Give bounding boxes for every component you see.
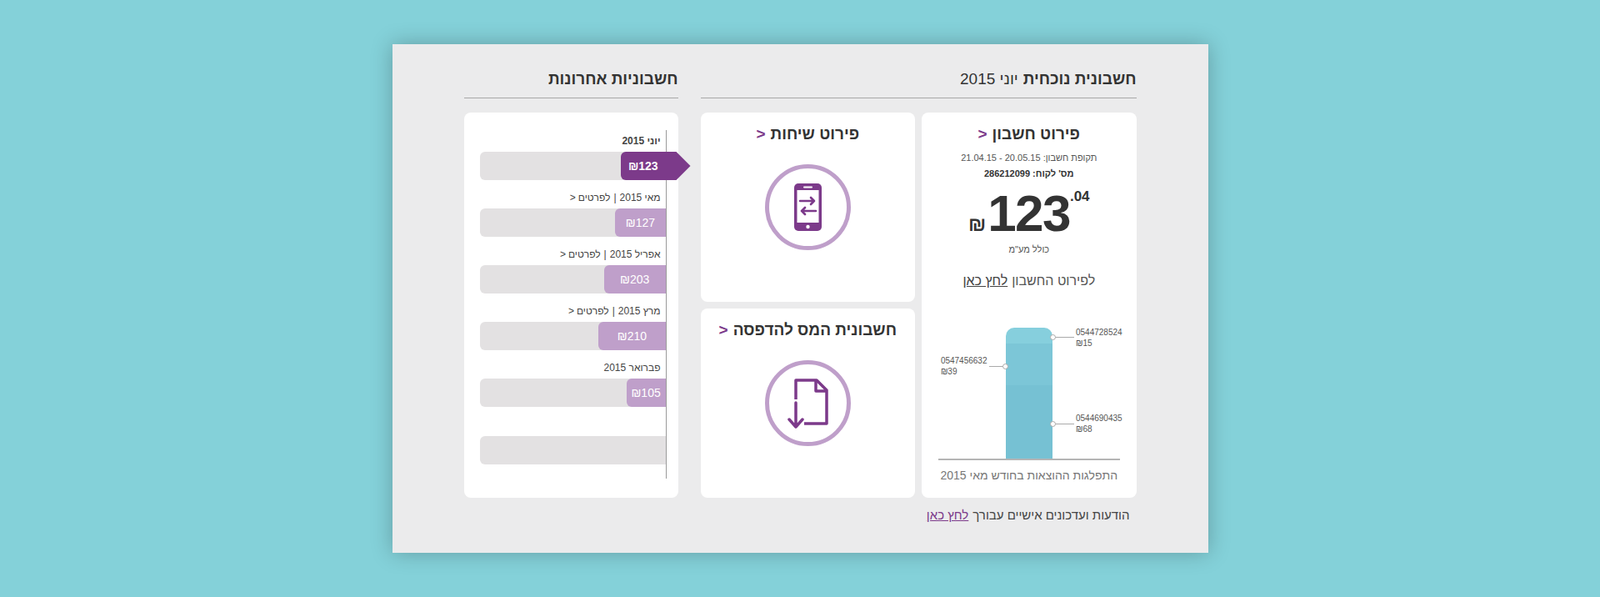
history-bar-fill: ₪123: [620, 151, 666, 180]
leader-dot: [1050, 420, 1056, 427]
history-bar-track: ₪127: [480, 208, 666, 237]
history-bar-track: ₪203: [480, 265, 666, 294]
leader-line: [1052, 423, 1075, 425]
segment-amount: ₪15: [1075, 337, 1123, 349]
history-item[interactable]: יוני 2015 ₪123: [480, 135, 666, 180]
chevron-icon: >: [568, 305, 575, 318]
stacked-bar: [1005, 327, 1053, 459]
shortcut-card[interactable]: חשבונית המס להדפסה>: [700, 308, 916, 498]
separator: |: [604, 248, 607, 261]
chart-caption: התפלגות ההוצאות בחודש מאי 2015: [940, 466, 1118, 485]
segment-label: 0547456632₪39: [939, 355, 1006, 377]
history-month: מאי 2015: [620, 191, 661, 205]
history-label: אפריל 2015|לפרטים>: [480, 248, 666, 261]
history-details-link[interactable]: לפרטים>: [568, 305, 610, 318]
empty-bar: [480, 435, 666, 465]
recent-bills-section: חשבוניות אחרונותיוני 2015₪123מאי 2015|לפ…: [464, 69, 679, 498]
segment-phone: 0544728524: [1075, 326, 1123, 338]
history-item[interactable]: אפריל 2015|לפרטים>₪203: [480, 248, 666, 294]
segment-phone: 0547456632: [940, 355, 988, 366]
current-pointer-icon: [665, 151, 691, 180]
bar-segment: [1005, 385, 1053, 459]
segment-label: 0544728524₪15: [1052, 326, 1125, 349]
chevron-icon: >: [719, 318, 729, 343]
shortcut-title[interactable]: חשבונית המס להדפסה>: [719, 318, 897, 343]
history-bar-fill: ₪105: [626, 378, 666, 407]
history-bar-track: ₪210: [480, 321, 666, 350]
shortcut-card[interactable]: פירוט שיחות>: [700, 112, 916, 302]
history-bar-track: ₪105: [480, 378, 666, 407]
bill-amount: ₪123.04: [968, 187, 1090, 240]
current-bill-section: חשבונית נוכחיתיוני 2015 פירוט חשבון> תקופת…: [700, 69, 1137, 525]
phone-calls-icon: [764, 163, 852, 251]
history-bar-track: ₪123: [480, 151, 666, 180]
history-month: פברואר 2015: [603, 361, 660, 375]
vat-note: כולל מע"מ: [1008, 242, 1050, 257]
page: חשבונית נוכחיתיוני 2015 פירוט חשבון> תקופת…: [0, 0, 1600, 597]
footer-note: הודעות ועדכונים אישיים עבורךלחץ כאן: [700, 505, 1137, 525]
history-label: פברואר 2015: [480, 361, 666, 375]
history-label: מרץ 2015|לפרטים>: [480, 305, 666, 318]
history-details-link[interactable]: לפרטים>: [570, 191, 611, 205]
bill-card: פירוט חשבון> תקופת חשבון: 20.05.15 - 21.0…: [921, 112, 1137, 498]
bar-segment: [1005, 343, 1053, 385]
history-item[interactable]: מאי 2015 |לפרטים> ₪127: [480, 191, 666, 237]
history-item[interactable]: מרץ 2015|לפרטים> ₪210: [480, 305, 666, 350]
leader-line: [1052, 336, 1075, 338]
bill-details-link[interactable]: לחץ כאן: [962, 270, 1008, 291]
shortcut-title[interactable]: פירוט שיחות>: [755, 122, 860, 147]
chevron-icon: >: [978, 122, 988, 147]
segment-phone: 0544690435: [1075, 412, 1123, 424]
history-bar-fill: ₪127: [615, 208, 665, 237]
bill-details-row: לפירוט החשבוןלחץ כאן: [962, 270, 1095, 291]
history-bar-fill: ₪210: [598, 321, 665, 350]
chevron-icon: >: [560, 248, 566, 261]
customer-number: מס' לקוח: 286212099: [984, 166, 1075, 181]
current-bill-header: חשבונית נוכחיתיוני 2015: [700, 69, 1137, 99]
document-download-icon: [764, 359, 852, 447]
bill-title[interactable]: פירוט חשבון>: [978, 122, 1081, 147]
history-month: מרץ 2015: [618, 305, 661, 318]
recent-bills-card: יוני 2015₪123מאי 2015|לפרטים>₪127אפריל 2…: [464, 112, 679, 498]
footer-link[interactable]: לחץ כאן: [926, 505, 969, 525]
segment-label: 0544690435₪68: [1052, 412, 1125, 435]
billing-panel: חשבונית נוכחיתיוני 2015 פירוט חשבון> תקופת…: [392, 44, 1209, 553]
expense-chart: 0544728524₪15 0547456632₪39 0544690435₪68: [938, 326, 1120, 460]
segment-amount: ₪39: [940, 365, 988, 377]
chevron-icon: >: [755, 122, 765, 147]
history-label: יוני 2015: [480, 135, 666, 148]
history-month: אפריל 2015: [610, 248, 661, 261]
leader-dot: [1050, 334, 1056, 340]
history-details-link[interactable]: לפרטים>: [560, 248, 601, 261]
segment-amount: ₪68: [1075, 423, 1123, 435]
leader-dot: [1002, 363, 1009, 370]
separator: |: [612, 305, 615, 318]
history-label: מאי 2015 |לפרטים>: [480, 191, 666, 205]
history-month: יוני 2015: [621, 135, 660, 148]
separator: |: [613, 191, 616, 205]
bill-period: תקופת חשבון: 20.05.15 - 21.04.15: [960, 150, 1097, 165]
history-item[interactable]: פברואר 2015 ₪105: [480, 361, 666, 407]
chevron-icon: >: [570, 191, 576, 205]
bar-segment: [1005, 327, 1053, 344]
timeline: יוני 2015₪123מאי 2015|לפרטים>₪127אפריל 2…: [480, 130, 667, 479]
leader-line: [989, 365, 1006, 367]
recent-bills-header: חשבוניות אחרונות: [464, 69, 679, 99]
history-bar-fill: ₪203: [604, 265, 666, 294]
